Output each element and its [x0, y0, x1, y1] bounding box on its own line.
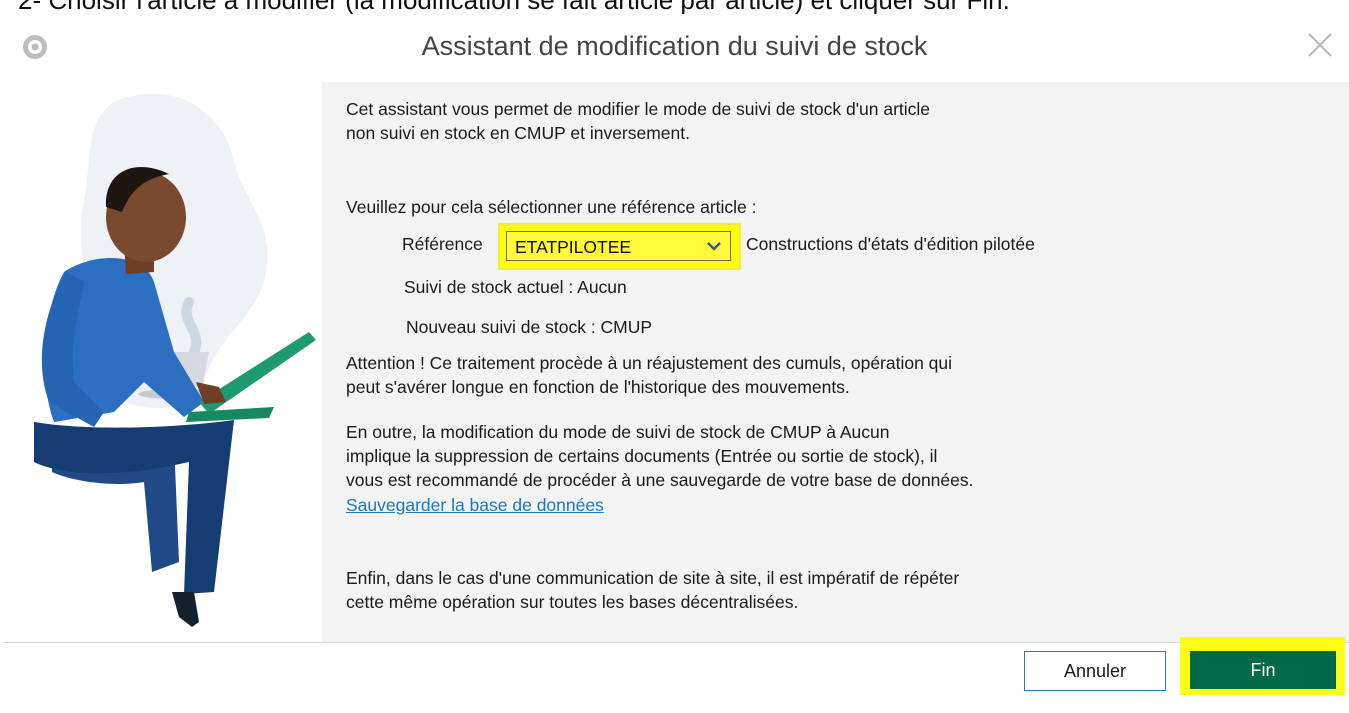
finish-button[interactable]: Fin — [1190, 651, 1336, 689]
title-bar: Assistant de modification du suivi de st… — [0, 14, 1349, 80]
chevron-down-icon — [707, 242, 721, 251]
select-prompt: Veuillez pour cela sélectionner une réfé… — [346, 197, 757, 217]
reference-highlight: ETATPILOTEE — [500, 225, 739, 268]
intro-line-1: Cet assistant vous permet de modifier le… — [346, 99, 931, 119]
screenshot-caption: 2- Choisir l'article à modifier (la modi… — [0, 0, 1349, 14]
close-icon[interactable] — [1305, 30, 1335, 60]
note-line-1: En outre, la modification du mode de sui… — [346, 422, 890, 442]
backup-database-link[interactable]: Sauvegarder la base de données — [346, 493, 604, 517]
note-line-2: implique la suppression de certains docu… — [346, 446, 938, 466]
final-line-1: Enfin, dans le cas d'une communication d… — [346, 568, 960, 588]
reference-description: Constructions d'états d'édition pilotée — [746, 234, 1035, 254]
intro-line-2: non suivi en stock en CMUP et inversemen… — [346, 123, 691, 143]
person-with-laptop-illustration — [4, 82, 322, 642]
note-line-3: vous est recommandé de procéder à une sa… — [346, 470, 974, 490]
reference-value: ETATPILOTEE — [515, 237, 632, 257]
button-bar: Annuler Fin — [4, 637, 1349, 699]
cancel-button[interactable]: Annuler — [1024, 651, 1166, 691]
stock-tracking-wizard-dialog: Assistant de modification du suivi de st… — [0, 14, 1349, 713]
final-line-2: cette même opération sur toutes les base… — [346, 592, 799, 612]
new-tracking: Nouveau suivi de stock : CMUP — [406, 317, 653, 337]
warning-line-1: Attention ! Ce traitement procède à un r… — [346, 353, 953, 373]
finish-highlight: Fin — [1180, 637, 1345, 695]
warning-line-2: peut s'avérer longue en fonction de l'hi… — [346, 377, 850, 397]
reference-label: Référence — [402, 234, 483, 254]
current-tracking: Suivi de stock actuel : Aucun — [404, 277, 627, 297]
text-panel: Cet assistant vous permet de modifier le… — [322, 82, 1349, 642]
reference-dropdown[interactable]: ETATPILOTEE — [506, 231, 731, 261]
window-title: Assistant de modification du suivi de st… — [421, 31, 928, 61]
wizard-content: Cet assistant vous permet de modifier le… — [4, 82, 1349, 642]
